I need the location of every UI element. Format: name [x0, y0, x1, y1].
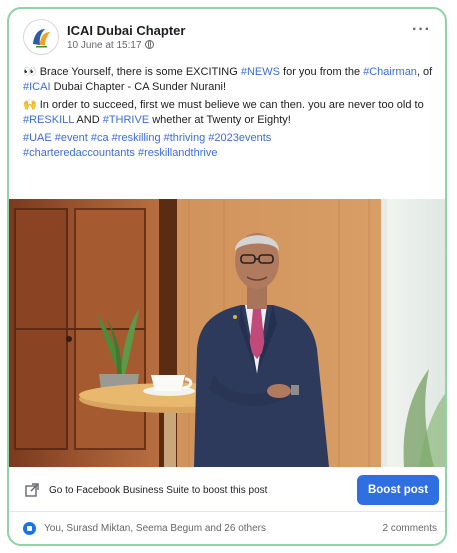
- hashtags-line-2[interactable]: #charteredaccountants #reskillandthrive: [23, 147, 217, 159]
- text-span: , of: [416, 66, 433, 78]
- post-text: 👀 Brace Yourself, there is some EXCITING …: [23, 65, 433, 164]
- timestamp-text: 10 June at 15:17: [67, 40, 142, 51]
- text-span: Brace Yourself, there is some EXCITING: [39, 66, 241, 78]
- hashtag-link[interactable]: #ICAI: [23, 81, 51, 93]
- post-card: ICAI Dubai Chapter 10 June at 15:17 ··· …: [7, 7, 447, 546]
- boost-post-button[interactable]: Boost post: [357, 475, 439, 505]
- page-name[interactable]: ICAI Dubai Chapter: [67, 23, 185, 38]
- more-options-icon[interactable]: ···: [412, 22, 431, 38]
- like-reaction-icon: [23, 522, 36, 535]
- text-span: whether at Twenty or Eighty!: [149, 113, 291, 126]
- hashtag-link[interactable]: #RESKILL: [23, 114, 74, 126]
- boost-row: Go to Facebook Business Suite to boost t…: [9, 467, 445, 512]
- raised-hands-emoji-icon: 🙌: [23, 99, 37, 111]
- hashtag-link[interactable]: #NEWS: [241, 66, 280, 78]
- hashtag-link[interactable]: #THRIVE: [103, 114, 149, 126]
- post-timestamp[interactable]: 10 June at 15:17: [67, 40, 154, 51]
- page-avatar[interactable]: [23, 19, 59, 55]
- eyes-emoji-icon: 👀: [23, 66, 37, 78]
- comments-count[interactable]: 2 comments: [383, 523, 437, 534]
- post-paragraph-2: 🙌 In order to succeed, first we must beli…: [23, 98, 433, 127]
- external-link-icon: [25, 483, 39, 497]
- reactions-row: You, Surasd Miktan, Seema Begum and 26 o…: [9, 512, 445, 544]
- text-span: In order to succeed, first we must belie…: [39, 99, 424, 111]
- globe-icon: [144, 40, 154, 49]
- text-span: for you from the: [279, 66, 364, 78]
- post-paragraph-1: 👀 Brace Yourself, there is some EXCITING …: [23, 65, 433, 94]
- text-span: Dubai Chapter - CA Sunder Nurani!: [50, 80, 226, 93]
- post-header: ICAI Dubai Chapter 10 June at 15:17 ···: [23, 17, 431, 61]
- business-suite-link[interactable]: Go to Facebook Business Suite to boost t…: [49, 485, 267, 496]
- post-photo[interactable]: [9, 199, 445, 467]
- text-span: AND: [73, 113, 103, 126]
- photo-image: [9, 199, 445, 467]
- post-hashtags: #UAE #event #ca #reskilling #thriving #2…: [23, 131, 433, 160]
- hashtags-line-1[interactable]: #UAE #event #ca #reskilling #thriving #2…: [23, 132, 271, 144]
- logo-icon: [25, 21, 57, 53]
- hashtag-link[interactable]: #Chairman: [363, 66, 417, 78]
- reaction-names[interactable]: You, Surasd Miktan, Seema Begum and 26 o…: [44, 523, 266, 534]
